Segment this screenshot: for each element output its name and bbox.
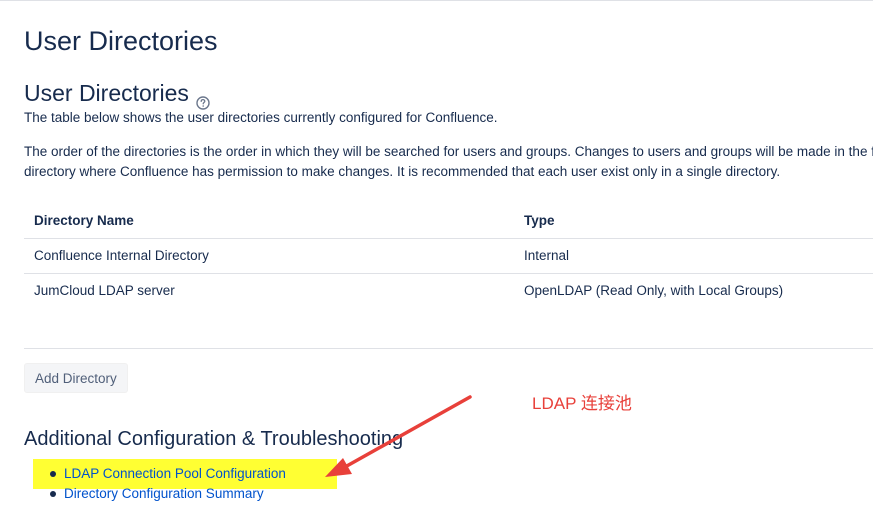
section-title-text: User Directories xyxy=(24,80,189,106)
list-item: Directory Configuration Summary xyxy=(0,484,286,504)
column-header-directory-name: Directory Name xyxy=(34,213,134,228)
additional-config-title: Additional Configuration & Troubleshooti… xyxy=(24,428,404,450)
table-row: JumCloud LDAP server OpenLDAP (Read Only… xyxy=(24,274,873,308)
order-note-line-1: The order of the directories is the orde… xyxy=(24,144,873,159)
bullet-icon xyxy=(50,491,56,497)
question-circle-icon[interactable] xyxy=(196,87,210,110)
section-title: User Directories xyxy=(24,78,210,110)
order-note-line-2: directory where Confluence has permissio… xyxy=(24,163,781,179)
table-header-row: Directory Name Type xyxy=(24,204,873,239)
directory-name-cell: JumCloud LDAP server xyxy=(34,283,175,298)
ldap-connection-pool-link[interactable]: LDAP Connection Pool Configuration xyxy=(64,466,286,481)
directories-description: The table below shows the user directori… xyxy=(24,110,498,125)
column-header-type: Type xyxy=(524,213,555,228)
bullet-icon xyxy=(50,471,56,477)
directory-configuration-summary-link[interactable]: Directory Configuration Summary xyxy=(64,486,264,501)
table-bottom-divider xyxy=(24,348,873,349)
directory-type-cell: Internal xyxy=(524,248,570,263)
directory-name-cell: Confluence Internal Directory xyxy=(34,248,209,263)
add-directory-button[interactable]: Add Directory xyxy=(24,363,128,393)
directory-type-cell: OpenLDAP (Read Only, with Local Groups) xyxy=(524,283,784,298)
top-divider xyxy=(0,0,873,1)
table-row: Confluence Internal Directory Internal xyxy=(24,239,873,274)
directories-order-note: The order of the directories is the orde… xyxy=(24,142,873,181)
additional-config-links: LDAP Connection Pool Configuration Direc… xyxy=(0,464,286,504)
list-item: LDAP Connection Pool Configuration xyxy=(0,464,286,484)
annotation-label: LDAP 连接池 xyxy=(532,394,632,413)
directories-table: Directory Name Type Confluence Internal … xyxy=(24,204,873,308)
page-title: User Directories xyxy=(24,26,218,56)
